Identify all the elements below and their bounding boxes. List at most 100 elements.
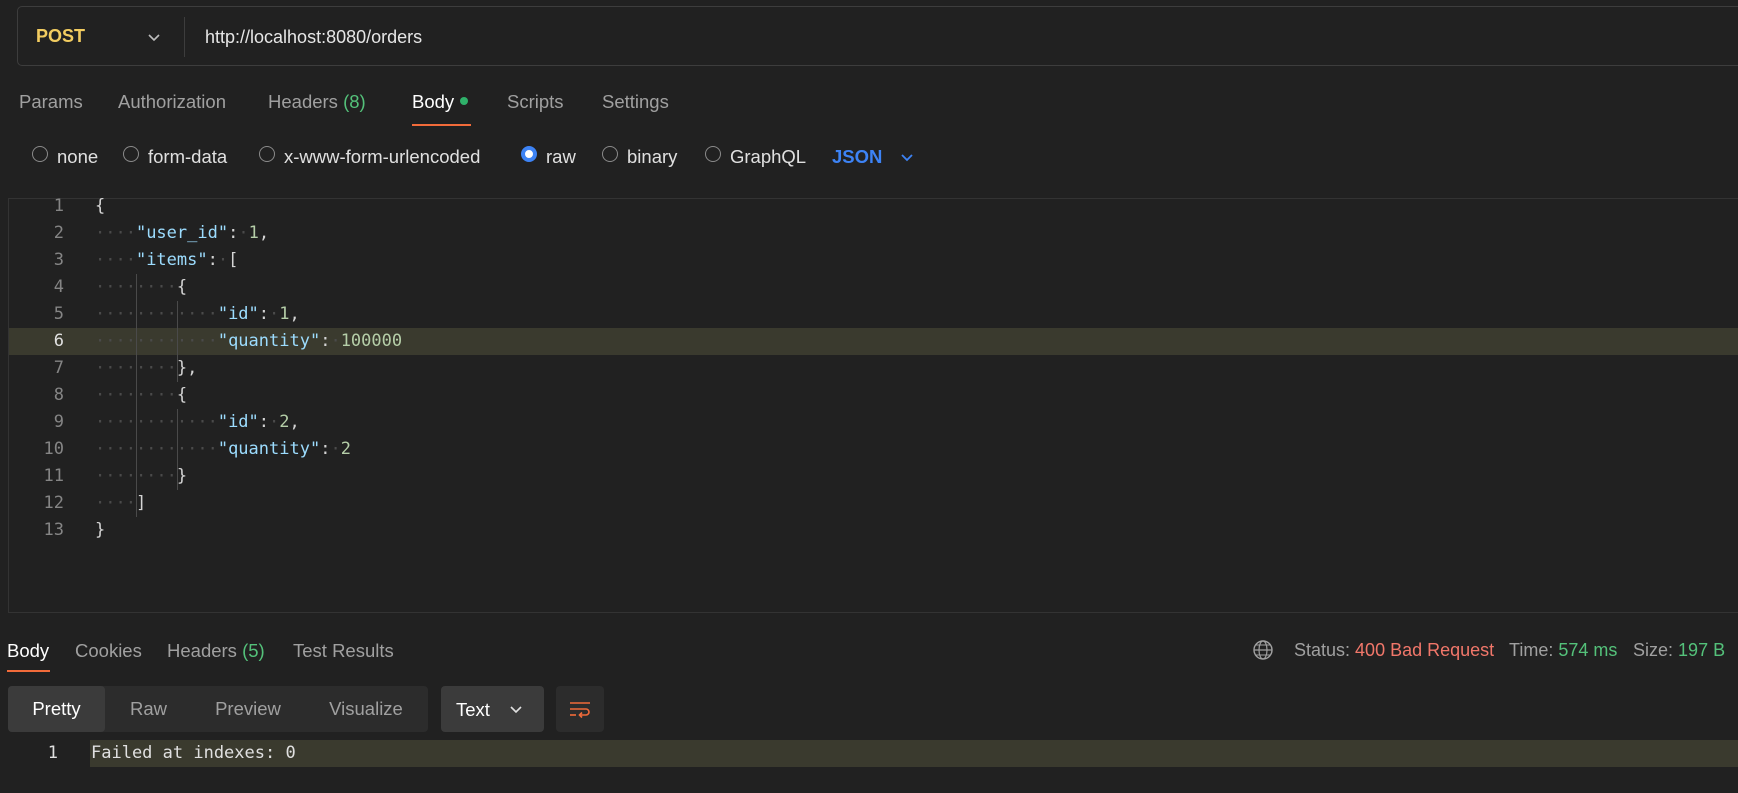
indent-guide [177,409,178,490]
wrap-lines-button[interactable] [556,686,604,732]
modified-dot-icon [460,97,469,105]
tab-params[interactable]: Params [19,91,83,113]
indent-guide [136,274,137,517]
response-body-text[interactable]: Failed at indexes: 0 [91,740,296,767]
response-time[interactable]: Time: 574 ms [1509,640,1617,661]
code-text: ····"items":·[ [95,250,239,270]
wrap-lines-icon [570,702,590,719]
radio-none-label[interactable]: none [57,146,98,168]
tab-settings[interactable]: Settings [602,91,669,113]
radio-urlencoded[interactable] [259,146,275,162]
tab-headers[interactable]: Headers (8) [268,91,366,113]
radio-raw[interactable] [521,146,537,162]
format-select-label: Text [456,699,490,720]
response-line: 1 Failed at indexes: 0 [0,740,1738,767]
time-value: 574 ms [1558,640,1618,660]
code-line[interactable]: 6 ············"quantity":·100000 [9,328,1738,355]
indent-guide [177,301,178,382]
line-number: 8 [53,385,64,405]
code-text: { [95,196,106,216]
response-line-number: 1 [47,743,58,763]
view-raw[interactable]: Raw [105,686,192,732]
code-line[interactable]: 8 ········{ [9,382,1738,409]
radio-binary-label[interactable]: binary [627,146,677,168]
code-text: ········}, [95,358,198,378]
view-preview[interactable]: Preview [192,686,304,732]
headers-count: (8) [343,91,366,112]
code-line[interactable]: 10 ············"quantity":·2 [9,436,1738,463]
radio-form-data-label[interactable]: form-data [148,146,227,168]
radio-graphql-label[interactable]: GraphQL [730,146,806,168]
radio-none[interactable] [32,146,48,162]
code-text: ····"user_id":·1, [95,223,270,243]
code-line[interactable]: 9 ············"id":·2, [9,409,1738,436]
code-line[interactable]: 12 ····] [9,490,1738,517]
chevron-down-icon[interactable] [897,147,917,167]
code-line[interactable]: 13} [9,517,1738,544]
language-select[interactable]: JSON [832,146,882,168]
line-number: 7 [53,358,64,378]
response-headers-count: (5) [242,640,265,661]
code-line[interactable]: 2 ····"user_id":·1, [9,220,1738,247]
response-tab-headers[interactable]: Headers (5) [167,640,265,662]
code-line[interactable]: 11 ········} [9,463,1738,490]
code-line[interactable]: 5 ············"id":·1, [9,301,1738,328]
radio-raw-label[interactable]: raw [546,146,576,168]
response-tab-cookies[interactable]: Cookies [75,640,142,662]
response-size[interactable]: Size: 197 B [1633,640,1725,661]
request-url-bar: POST http://localhost:8080/orders [17,6,1738,66]
code-line[interactable]: 1{ [9,193,1738,220]
view-pretty[interactable]: Pretty [8,686,105,732]
code-text: ············"quantity":·2 [95,439,351,459]
tab-authorization[interactable]: Authorization [118,91,226,113]
code-text: ········} [95,466,188,486]
line-number: 4 [53,277,64,297]
code-text: ············"id":·2, [95,412,300,432]
response-view-switcher: Pretty Raw Preview Visualize [8,686,428,732]
code-text: ········{ [95,385,188,405]
chevron-down-icon [510,706,522,714]
response-tab-test-results[interactable]: Test Results [293,640,394,662]
status[interactable]: Status: 400 Bad Request [1294,640,1494,661]
active-tab-indicator [7,670,50,672]
status-label: Status: [1294,640,1351,660]
code-line[interactable]: 7 ········}, [9,355,1738,382]
line-number: 10 [43,439,64,459]
globe-icon[interactable] [1252,639,1274,661]
size-label: Size: [1633,640,1674,660]
radio-form-data[interactable] [123,146,139,162]
method-select[interactable]: POST [36,26,85,47]
code-line[interactable]: 4 ········{ [9,274,1738,301]
url-input[interactable]: http://localhost:8080/orders [205,27,422,48]
line-number: 11 [43,466,64,486]
tab-body[interactable]: Body [412,91,469,113]
line-number: 13 [43,520,64,540]
line-number: 6 [53,331,64,351]
code-line[interactable]: 3 ····"items":·[ [9,247,1738,274]
code-text: ············"quantity":·100000 [95,331,403,351]
line-number: 3 [53,250,64,270]
line-number: 2 [53,223,64,243]
divider [184,17,185,57]
radio-binary[interactable] [602,146,618,162]
tab-scripts[interactable]: Scripts [507,91,564,113]
tab-headers-label: Headers [268,91,338,112]
radio-graphql[interactable] [705,146,721,162]
code-text: } [95,520,106,540]
line-highlight [90,740,1738,767]
format-select[interactable]: Text [441,686,544,732]
line-number: 9 [53,412,64,432]
view-visualize[interactable]: Visualize [304,686,428,732]
response-tab-body[interactable]: Body [7,640,49,662]
code-text: ············"id":·1, [95,304,300,324]
body-editor[interactable]: 1{2 ····"user_id":·1, 3 ····"items":·[4 ····… [8,196,1738,613]
code-text: ········{ [95,277,188,297]
line-number: 5 [53,304,64,324]
radio-urlencoded-label[interactable]: x-www-form-urlencoded [284,146,480,168]
time-label: Time: [1509,640,1554,660]
chevron-down-icon[interactable] [144,27,164,47]
size-value: 197 B [1678,640,1726,660]
response-tab-headers-label: Headers [167,640,237,661]
code-text: ····] [95,493,147,513]
line-number: 1 [53,196,64,216]
